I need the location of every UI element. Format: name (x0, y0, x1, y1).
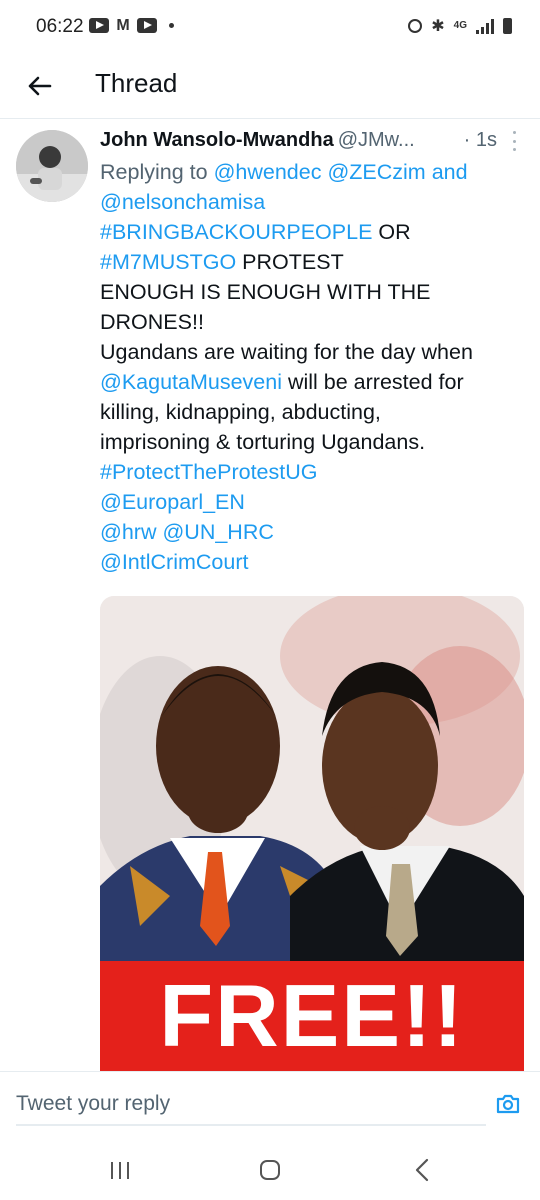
back-icon[interactable] (402, 1155, 442, 1185)
mention-link[interactable]: @hwendec (214, 160, 322, 184)
status-bar: 06:22 M ✱ 4G (0, 0, 540, 54)
system-nav-bar (0, 1141, 540, 1200)
gmail-icon: M (116, 17, 130, 34)
hashtag-link[interactable]: #ProtectTheProtestUG (100, 460, 317, 484)
app-header: Thread (0, 54, 540, 119)
text-fragment: OR (372, 220, 411, 244)
text-line: killing, kidnapping, abducting, (100, 400, 381, 424)
system-icons: ✱ 4G (408, 16, 512, 36)
hashtag-link[interactable]: #M7MUSTGO (100, 250, 236, 274)
mention-link[interactable]: @KagutaMuseveni (100, 370, 282, 394)
mention-link[interactable]: @UN_HRC (162, 520, 273, 544)
author-handle[interactable]: @JMw... (338, 129, 415, 151)
mention-link[interactable]: @Europarl_EN (100, 490, 245, 514)
recent-apps-icon[interactable] (100, 1155, 140, 1185)
text-line: #ProtectTheProtestUG (100, 457, 530, 487)
tweet-media-image[interactable]: FREE!! OUR MP (100, 596, 524, 1072)
status-time: 06:22 (36, 16, 84, 37)
text-line: #BRINGBACKOURPEOPLE OR (100, 217, 530, 247)
mention-link[interactable]: @hrw (100, 520, 156, 544)
mention-link[interactable]: @ZECzim (327, 160, 425, 184)
banner-text: FREE!! (159, 966, 465, 1065)
text-line: #M7MUSTGO PROTEST (100, 247, 530, 277)
tweet-time: · 1s (463, 129, 497, 151)
more-notifications-icon (169, 23, 174, 28)
replying-to-label: Replying to (100, 160, 208, 184)
notification-icons: M (89, 17, 174, 34)
text-line: ENOUGH IS ENOUGH WITH THE (100, 280, 431, 304)
text-line: @Europarl_EN (100, 487, 530, 517)
avatar[interactable] (16, 130, 88, 202)
avatar-photo (16, 130, 88, 202)
network-type: 4G (453, 20, 467, 31)
reply-and-label: and (431, 160, 468, 184)
mention-link[interactable]: @nelsonchamisa (100, 190, 265, 214)
youtube-icon (89, 18, 109, 33)
youtube-icon (137, 18, 157, 33)
more-icon[interactable] (513, 131, 517, 151)
banner-text-2: OUR MP (100, 1057, 524, 1072)
battery-icon (503, 18, 512, 34)
author-name[interactable]: John Wansolo-Mwandha (100, 129, 334, 151)
page-title: Thread (95, 68, 178, 98)
reply-context: Replying to @hwendec @ZECzim and (100, 157, 530, 187)
text-line: @IntlCrimCourt (100, 547, 530, 577)
text-line: Ugandans are waiting for the day when (100, 340, 473, 364)
text-line: DRONES!! (100, 310, 204, 334)
media-photo (100, 596, 524, 961)
text-fragment: PROTEST (236, 250, 344, 274)
camera-icon[interactable] (494, 1090, 522, 1118)
text-fragment: will be arrested for (281, 370, 464, 394)
free-banner: FREE!! OUR MP (100, 961, 524, 1072)
tweet-header: John Wansolo-Mwandha @JMw... · 1s (100, 129, 525, 159)
reply-context-cont: @nelsonchamisa (100, 187, 530, 217)
back-arrow-icon[interactable] (24, 70, 56, 102)
signal-icon (476, 18, 494, 34)
text-line: imprisoning & torturing Ugandans. (100, 430, 426, 454)
home-icon[interactable] (250, 1155, 290, 1185)
hashtag-link[interactable]: #BRINGBACKOURPEOPLE (100, 220, 372, 244)
alarm-icon (408, 19, 423, 33)
reply-input[interactable] (16, 1084, 486, 1126)
text-line: @hrw @UN_HRC (100, 517, 530, 547)
text-line: @KagutaMuseveni will be arrested for (100, 367, 530, 397)
bluetooth-icon: ✱ (431, 18, 445, 35)
reply-bar (0, 1071, 540, 1142)
mention-link[interactable]: @IntlCrimCourt (100, 550, 248, 574)
tweet-text: Replying to @hwendec @ZECzim and @nelson… (100, 157, 530, 577)
